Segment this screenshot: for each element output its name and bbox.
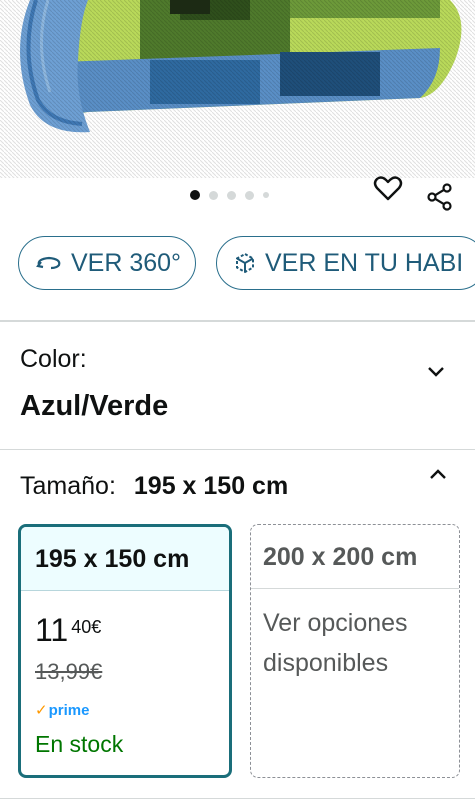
section-divider [0,449,475,450]
size-option-label: 195 x 150 cm [21,527,229,591]
list-price: 13,99€ [35,659,103,684]
availability-note: Ver opciones disponibles [263,609,408,677]
chevron-up-icon[interactable] [426,462,450,486]
view-in-room-label: VER EN TU HABI [265,248,464,277]
view-360-label: VER 360° [71,248,182,277]
prime-check-icon: ✓ [35,702,48,719]
carousel-dot-2 [209,190,218,200]
stock-status: En stock [35,731,124,757]
share-icon[interactable] [425,182,455,212]
view-in-room-button[interactable]: VER EN TU HABI [216,236,475,290]
chevron-down-icon[interactable] [424,360,448,384]
size-option-label: 200 x 200 cm [251,525,459,589]
size-label: Tamaño: [20,472,116,500]
rotate-360-icon [36,256,61,270]
prime-label: prime [48,701,90,719]
price: 11 40€ [35,613,101,647]
view-360-button[interactable]: VER 360° [18,236,196,290]
section-divider [0,798,475,799]
color-label: Color: [20,345,87,373]
size-option-selected[interactable]: 195 x 150 cm 11 40€ 13,99€ ✓ prime En st… [18,524,232,778]
size-option-unavailable[interactable]: 200 x 200 cm Ver opciones disponibles [250,524,460,778]
ar-cube-icon [236,252,254,274]
carousel-dot-5 [263,192,269,198]
section-divider [0,320,475,322]
image-carousel-indicator [190,190,269,200]
prime-badge: ✓ prime [35,701,90,720]
carousel-dot-1 [190,190,200,200]
carousel-dot-4 [245,190,254,200]
price-whole: 11 [35,612,69,648]
carousel-dot-3 [227,190,236,200]
product-image[interactable] [0,0,475,178]
size-value: 195 x 150 cm [133,472,289,500]
heart-outline-icon[interactable] [372,172,404,204]
price-fraction: 40€ [71,617,102,637]
color-value: Azul/Verde [20,390,169,422]
size-header[interactable]: Tamaño: 195 x 150 cm [20,472,288,501]
